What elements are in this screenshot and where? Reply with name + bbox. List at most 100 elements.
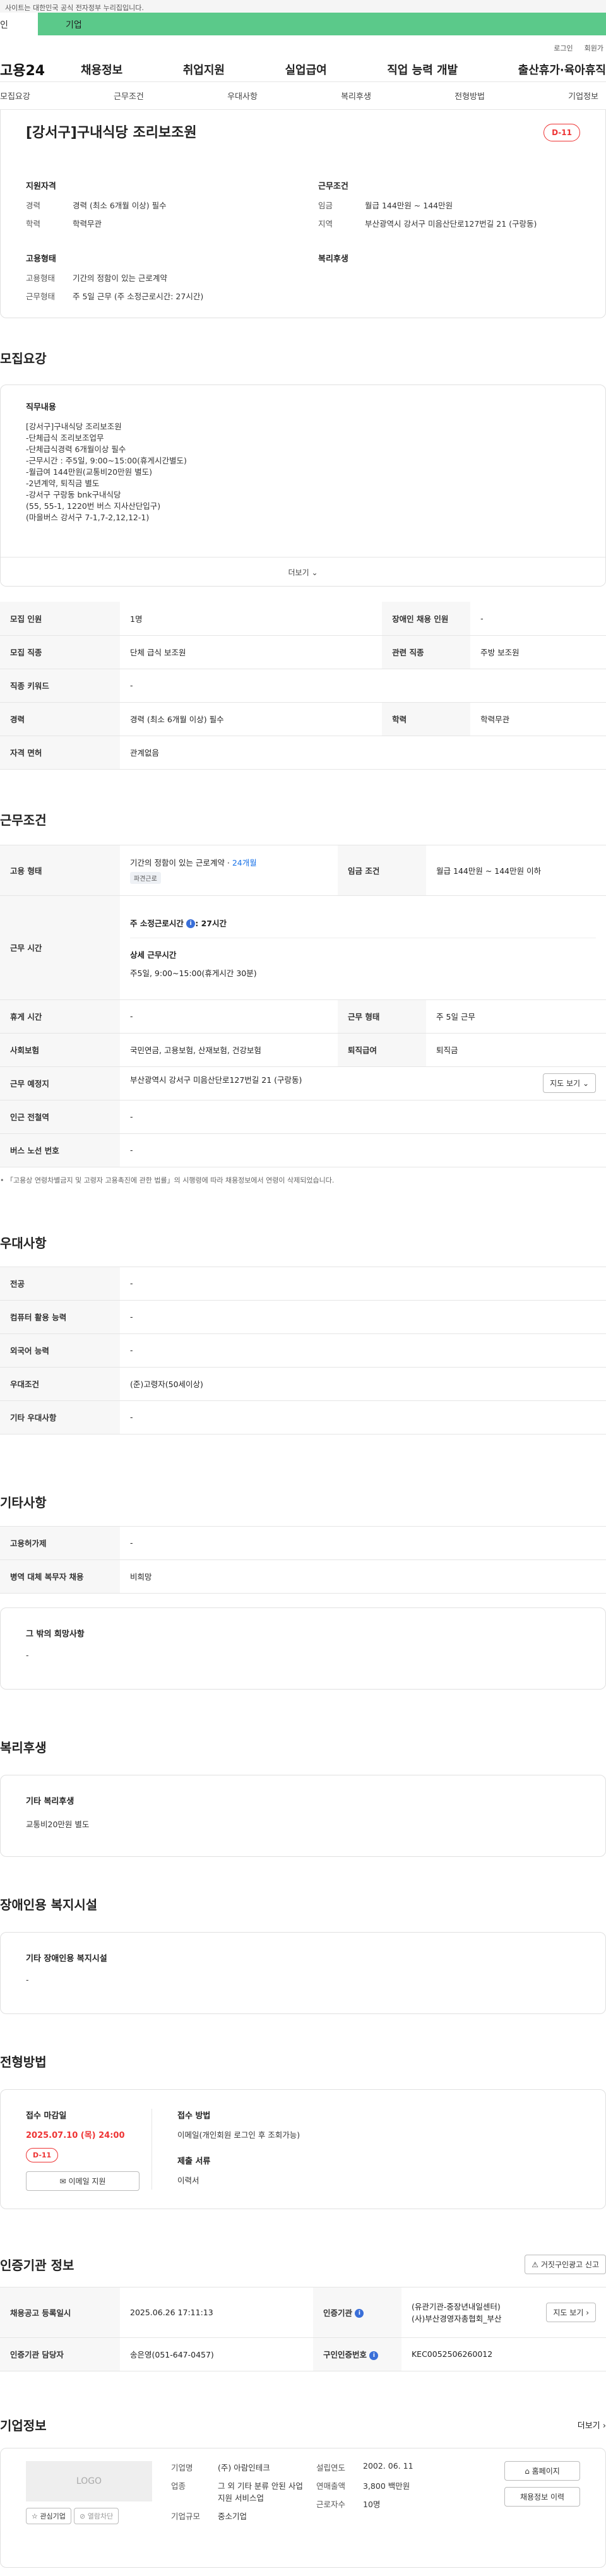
row-label: 휴게 시간 <box>0 999 120 1034</box>
company-biz: 그 외 기타 분류 안된 사업지원 서비스업 <box>218 2481 303 2503</box>
row-label: 외국어 능력 <box>0 1333 120 1368</box>
row-value: 월급 144만원 ~ 144만원 이하 <box>426 845 606 896</box>
company-logo: LOGO <box>26 2460 152 2501</box>
method-col: 접수 방법 이메일(개인회원 로그인 후 조회가능) 제출 서류 이력서 <box>152 2109 300 2190</box>
table-row: 휴게 시간 - 근무 형태 주 5일 근무 <box>0 999 606 1034</box>
menu-item-parental-leave[interactable]: 출산휴가·육아휴직 <box>518 61 606 78</box>
company-logo-col: LOGO ☆ 관심기업 ⊘ 열람차단 <box>26 2460 171 2555</box>
tab-individual[interactable]: 인 <box>0 13 38 35</box>
company-size: 중소기업 <box>218 2511 247 2521</box>
row-value: 지도 보기 › (유관기관-중장년내일센터) (사)부산경영자총협회_부산 <box>401 2287 606 2338</box>
emp-label: 근무형태 <box>26 292 56 301</box>
summary-grid-2: 고용형태 고용형태 기간의 정함이 있는 근로계약 근무형태 주 5일 근무 (주 … <box>26 252 580 308</box>
welfare-value: 교통비20만원 별도 <box>26 1819 90 1829</box>
job-desc-line: -단체급식 조리보조업무 <box>26 433 104 443</box>
table-row: 근무 예정지 부산광역시 강서구 미음산단로127번길 21 (구랑동) 지도 보… <box>0 1066 606 1100</box>
row-label: 임금 조건 <box>338 845 427 896</box>
row-label: 근무 형태 <box>338 999 427 1034</box>
row-value: 관계없음 <box>120 736 606 770</box>
email-apply-button[interactable]: ✉ 이메일 지원 <box>26 2171 140 2191</box>
hiring-history-button[interactable]: 채용정보 이력 <box>504 2486 580 2507</box>
row-value: 경력 (최소 6개월 이상) 필수 <box>120 702 383 736</box>
table-row: 우대조건 (준)고령자(50세이상) <box>0 1367 606 1401</box>
table-row: 전공 - <box>0 1267 606 1301</box>
cert-no-label: 구인인증번호 <box>323 2350 367 2359</box>
dday-badge: D-11 <box>544 124 580 141</box>
anchor-welfare[interactable]: 복리후생 <box>341 90 371 102</box>
row-label: 경력 <box>0 702 120 736</box>
emp-value: 기간의 정함이 있는 근로계약 <box>73 273 167 283</box>
emp-type-text: 기간의 정함이 있는 근로계약 · <box>130 858 232 868</box>
map-btn-label: 지도 보기 <box>553 2308 584 2317</box>
row-label: 근무 예정지 <box>0 1066 120 1100</box>
anchor-screening[interactable]: 전형방법 <box>454 90 485 102</box>
welfare-sub: 기타 복리후생 <box>26 1796 74 1806</box>
info-icon[interactable]: i <box>355 2309 364 2318</box>
info-icon[interactable]: i <box>369 2351 379 2360</box>
anchor-company[interactable]: 기업정보 <box>568 90 598 102</box>
cert-header: 인증기관 정보 ⚠ 거짓구인광고 신고 <box>0 2254 606 2274</box>
join-link[interactable]: 회원가 <box>585 43 603 57</box>
map-btn-label: 지도 보기 <box>550 1079 581 1088</box>
job-title: [강서구]구내식당 조리보조원 <box>26 125 197 141</box>
more-label: 더보기 <box>288 568 309 577</box>
table-row: 자격 면허 관계없음 <box>0 736 606 770</box>
job-summary-card: [강서구]구내식당 조리보조원 D-11 지원자격 경력 경력 (최소 6개월 이… <box>0 110 606 318</box>
row-label: 인증기관 i <box>312 2287 401 2338</box>
tab-company[interactable]: 기업 <box>38 13 606 35</box>
welfare-box: 기타 복리후생 교통비20만원 별도 <box>0 1774 606 1857</box>
favorite-company-button[interactable]: ☆ 관심기업 <box>26 2507 71 2524</box>
disability-value: - <box>26 1974 29 1984</box>
job-desc-heading: 직무내용 <box>26 403 56 412</box>
block-view-button[interactable]: ⊘ 열람차단 <box>74 2507 119 2524</box>
work-section: 근무조건 고용 형태 기간의 정함이 있는 근로계약 · 24개월 파견근로 임금… <box>0 770 606 1185</box>
menu-item-jobs[interactable]: 채용정보 <box>81 61 122 78</box>
home-icon: ⌂ <box>525 2466 530 2476</box>
deadline-col: 접수 마감일 2025.07.10 (목) 24:00 D-11 ✉ 이메일 지… <box>26 2108 152 2191</box>
report-fake-ad-button[interactable]: ⚠ 거짓구인광고 신고 <box>525 2254 606 2274</box>
summary-grid: 지원자격 경력 경력 (최소 6개월 이상) 필수 학력 학력무관 근무조건 임금 월… <box>26 179 580 236</box>
job-desc-line: -단체급식경력 6개월이상 필수 <box>26 444 126 454</box>
company-label: 근로자수 <box>316 2499 346 2509</box>
wish-box: 그 밖의 희망사항 - <box>0 1607 606 1690</box>
menu-item-unemployment-benefit[interactable]: 실업급여 <box>285 61 327 78</box>
site-logo[interactable]: 고용24 <box>0 59 81 80</box>
chevron-down-icon: ⌄ <box>311 568 318 577</box>
homepage-button[interactable]: ⌂ 홈페이지 <box>504 2460 580 2481</box>
login-link[interactable]: 로그인 <box>554 43 573 57</box>
anchor-recruit[interactable]: 모집요강 <box>0 90 30 102</box>
anchor-prefer[interactable]: 우대사항 <box>227 90 258 102</box>
job-desc-line: -2년계약, 퇴직금 별도 <box>26 479 100 488</box>
table-row: 근무 시간 주 소정근로시간 i: 27시간 상세 근무시간 주5일, 9:00… <box>0 895 606 1000</box>
anchor-work[interactable]: 근무조건 <box>114 90 144 102</box>
job-description-box: 직무내용 [강서구]구내식당 조리보조원 -단체급식 조리보조업무 -단체급식경… <box>0 385 606 587</box>
company-more-link[interactable]: 더보기 › <box>578 2419 606 2431</box>
std-hours: 주 소정근로시간 i: 27시간 <box>130 917 596 929</box>
row-value: - <box>120 1267 606 1301</box>
std-hours-value: : 27시간 <box>195 918 227 928</box>
docs-value: 이력서 <box>177 2175 199 2185</box>
row-value: - <box>120 1300 606 1334</box>
table-row: 외국어 능력 - <box>0 1333 606 1368</box>
report-icon: ⚠ <box>532 2260 539 2269</box>
info-icon[interactable]: i <box>186 919 196 928</box>
etc-table: 고용허가제 - 병역 대체 복무자 채용 비희망 <box>0 1525 606 1594</box>
company-emp: 10명 <box>363 2499 381 2509</box>
job-desc-line: -월급여 144만원(교통비20만원 별도) <box>26 467 152 477</box>
menu-item-employment-support[interactable]: 취업지원 <box>183 61 225 78</box>
menu-item-vocational-training[interactable]: 직업 능력 개발 <box>387 61 458 78</box>
row-label: 퇴직급여 <box>338 1033 427 1067</box>
more-button[interactable]: 더보기 ⌄ <box>1 557 605 586</box>
disability-box: 기타 장애인용 복지시설 - <box>0 1931 606 2014</box>
method-heading: 접수 방법 <box>177 2111 211 2121</box>
row-label: 고용허가제 <box>0 1526 120 1560</box>
table-row: 기타 우대사항 - <box>0 1400 606 1434</box>
map-view-button[interactable]: 지도 보기 ⌄ <box>543 1073 596 1093</box>
emp-months: 24개월 <box>232 858 257 868</box>
row-label: 학력 <box>382 702 471 736</box>
company-label: 업종 <box>171 2481 186 2491</box>
cert-title: 인증기관 정보 <box>0 2257 74 2273</box>
row-label: 직종 키워드 <box>0 669 120 703</box>
company-title: 기업정보 <box>0 2418 47 2433</box>
cert-map-button[interactable]: 지도 보기 › <box>546 2303 596 2322</box>
